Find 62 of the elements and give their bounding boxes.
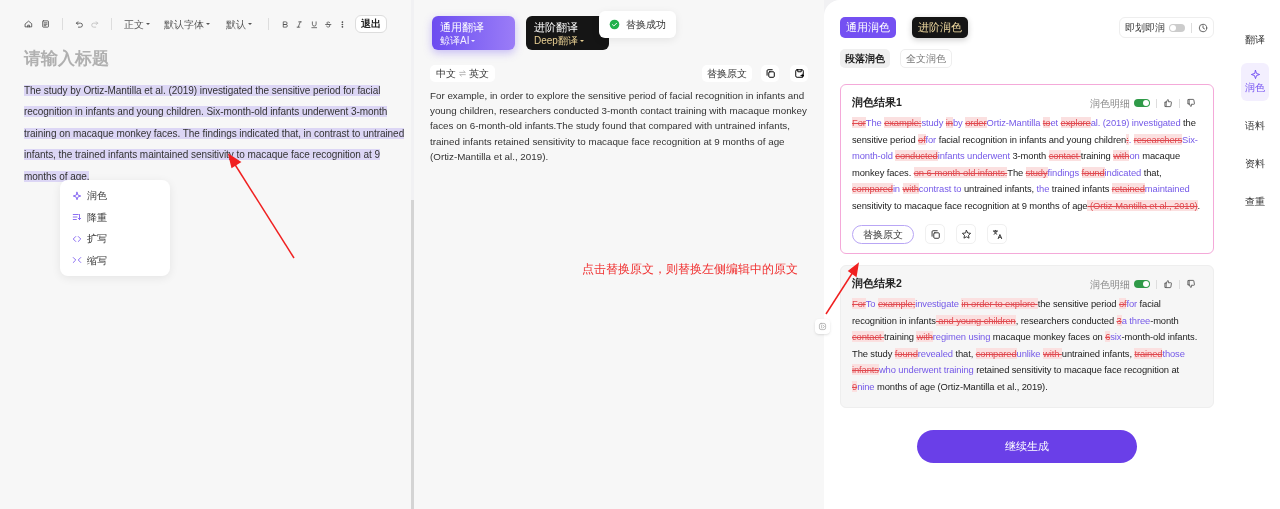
sort-icon [72, 212, 82, 223]
toast: 替换成功 [599, 11, 676, 38]
toggle-label: 润色明细 [1090, 277, 1130, 292]
result-title: 润色结果2 [852, 276, 902, 292]
exit-button[interactable]: 退出 [354, 15, 387, 33]
thumbs-up-icon[interactable] [1163, 98, 1173, 108]
menu-item[interactable]: 润色 [60, 185, 170, 207]
toggle-switch[interactable] [1169, 23, 1185, 32]
sidebar-item[interactable]: 翻译 [1241, 22, 1269, 56]
swap-icon [458, 69, 467, 78]
translation-tab[interactable]: 通用翻译 鲸译AI [432, 16, 515, 50]
result-title: 润色结果1 [852, 95, 902, 111]
copy-button[interactable] [761, 65, 779, 82]
dropdown[interactable]: 默认字体 [163, 16, 212, 32]
sparkle-icon [72, 190, 82, 201]
translation-tab[interactable]: 进阶翻译 Deep翻译 [526, 16, 609, 50]
toggle-label: 润色明细 [1090, 96, 1130, 111]
annotation-text: 点击替换原文，则替换左侧编辑中的原文 [582, 261, 798, 278]
result-card[interactable] [840, 84, 1214, 254]
document-icon[interactable] [41, 17, 51, 31]
thumbs-up-icon[interactable] [1163, 279, 1173, 289]
toggle-switch[interactable] [1134, 280, 1150, 288]
polish-tab[interactable]: 通用润色 [840, 17, 896, 38]
translation-text: For example, in order to explore the sensitive period of facial recognition in infants and young children, researchers conducted 3-month contact training with macaque monkey faces on 6-month-old infants.The study found that compared with untrained infants, trained infants retained sensitivity to macaque face recognition at 9 months of age (Ortiz-Mantilla et al., 2019). [430, 89, 808, 164]
home-icon[interactable] [24, 17, 34, 31]
menu-item[interactable]: 缩写 [60, 249, 170, 271]
polish-tab[interactable]: 进阶润色 [912, 17, 968, 38]
dropdown[interactable]: 正文 [123, 16, 152, 32]
result-text: ForTo example;investigate in order to explore the sensitive period offor facial recognition in infants and young children, researchers conducted 3a three-month contact training withregimen using macaque monkey faces on 6six-month-old infants. The study foundrevealed that, comparedunlike with untrained infants, trainedthose infantswho underwent training retained sensitivity to macaque face recognition at 9nine months of age (Ortiz-Mantilla et al., 2019). [852, 297, 1199, 394]
menu-item[interactable]: 扩写 [60, 228, 170, 250]
save-button[interactable] [790, 65, 808, 82]
sidebar-item[interactable]: 查重 [1241, 184, 1269, 218]
mode-tab[interactable]: 全文润色 [900, 49, 952, 68]
copy-icon [764, 68, 776, 79]
translate-button[interactable] [987, 224, 1007, 244]
star-button[interactable] [956, 224, 976, 244]
collapse-handle[interactable] [815, 319, 830, 334]
sidebar-item[interactable]: 资料 [1241, 146, 1269, 180]
menu-item[interactable]: 降重 [60, 206, 170, 228]
check-circle-icon [609, 19, 620, 30]
sparkle-icon [1249, 69, 1261, 80]
continue-button[interactable]: 继续生成 [917, 430, 1137, 463]
sidebar-icon [818, 322, 827, 331]
toggle-switch[interactable] [1134, 99, 1150, 107]
thumbs-down-icon[interactable] [1186, 279, 1196, 289]
dropdown[interactable]: 默认 [225, 16, 254, 32]
result-text: ForThe example;study inby orderOrtiz-Mantilla toet exploreal. (2019) investigated the sensitive period offor facial recognition in infants and young children:. researchersSix-month-old conductedinfants underwent 3-month contact training withon macaque monkey faces. on 6-month-old infants.The studyfindings foundindicated that, comparedin withcontrast to untrained infants, the trained infants retainedmaintained sensitivity to macaque face recognition at 9 months of age (Ortiz-Mantilla et al., 2019). [852, 116, 1202, 213]
thumbs-down-icon[interactable] [1186, 98, 1196, 108]
save-icon [793, 68, 805, 79]
translate-icon [991, 228, 1003, 240]
sidebar-item[interactable]: 润色 [1241, 63, 1269, 101]
mode-tab[interactable]: 段落润色 [840, 49, 890, 68]
clock-icon[interactable] [1198, 22, 1208, 33]
toggle-label: 即划即润 [1125, 21, 1165, 35]
copy-button[interactable] [925, 224, 945, 244]
code-brackets-icon [72, 233, 82, 244]
arrows-inward-icon [72, 255, 82, 266]
replace-button[interactable]: 替换原文 [702, 65, 752, 82]
sidebar-item[interactable]: 语料 [1241, 108, 1269, 142]
copy-icon [929, 228, 941, 240]
star-icon [960, 228, 972, 240]
language-pair[interactable]: 中文 英文 [430, 65, 495, 82]
